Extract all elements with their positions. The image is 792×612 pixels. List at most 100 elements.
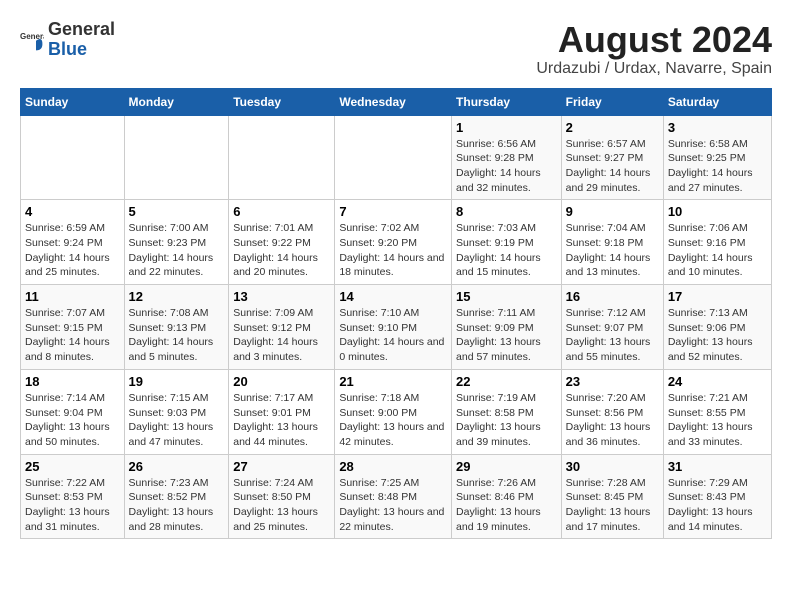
day-info: Sunrise: 7:13 AMSunset: 9:06 PMDaylight:…: [668, 306, 767, 365]
day-info: Sunrise: 7:15 AMSunset: 9:03 PMDaylight:…: [129, 391, 225, 450]
day-number: 21: [339, 374, 447, 389]
column-header-wednesday: Wednesday: [335, 88, 452, 115]
day-info: Sunrise: 7:01 AMSunset: 9:22 PMDaylight:…: [233, 221, 330, 280]
day-number: 13: [233, 289, 330, 304]
calendar-week-row: 18Sunrise: 7:14 AMSunset: 9:04 PMDayligh…: [21, 369, 772, 454]
calendar-cell: 26Sunrise: 7:23 AMSunset: 8:52 PMDayligh…: [124, 454, 229, 539]
day-number: 11: [25, 289, 120, 304]
logo: General General Blue: [20, 20, 115, 60]
day-info: Sunrise: 7:12 AMSunset: 9:07 PMDaylight:…: [566, 306, 659, 365]
day-info: Sunrise: 7:21 AMSunset: 8:55 PMDaylight:…: [668, 391, 767, 450]
day-number: 12: [129, 289, 225, 304]
calendar-week-row: 25Sunrise: 7:22 AMSunset: 8:53 PMDayligh…: [21, 454, 772, 539]
calendar-cell: 1Sunrise: 6:56 AMSunset: 9:28 PMDaylight…: [452, 115, 562, 200]
day-number: 2: [566, 120, 659, 135]
calendar-cell: 5Sunrise: 7:00 AMSunset: 9:23 PMDaylight…: [124, 200, 229, 285]
day-number: 8: [456, 204, 557, 219]
day-info: Sunrise: 7:29 AMSunset: 8:43 PMDaylight:…: [668, 476, 767, 535]
calendar-week-row: 1Sunrise: 6:56 AMSunset: 9:28 PMDaylight…: [21, 115, 772, 200]
calendar-cell: 8 Sunrise: 7:03 AMSunset: 9:19 PMDaylight…: [452, 200, 562, 285]
day-number: 16: [566, 289, 659, 304]
calendar-cell: 11Sunrise: 7:07 AMSunset: 9:15 PMDayligh…: [21, 285, 125, 370]
day-number: 31: [668, 459, 767, 474]
calendar-cell: [229, 115, 335, 200]
calendar-cell: 31 Sunrise: 7:29 AMSunset: 8:43 PMDayligh…: [663, 454, 771, 539]
calendar-cell: 17 Sunrise: 7:13 AMSunset: 9:06 PMDayligh…: [663, 285, 771, 370]
calendar-cell: 16 Sunrise: 7:12 AMSunset: 9:07 PMDayligh…: [561, 285, 663, 370]
column-header-monday: Monday: [124, 88, 229, 115]
calendar-cell: 23Sunrise: 7:20 AMSunset: 8:56 PMDayligh…: [561, 369, 663, 454]
day-number: 19: [129, 374, 225, 389]
day-number: 28: [339, 459, 447, 474]
calendar-cell: 13 Sunrise: 7:09 AMSunset: 9:12 PMDayligh…: [229, 285, 335, 370]
calendar-week-row: 4 Sunrise: 6:59 AMSunset: 9:24 PMDaylight…: [21, 200, 772, 285]
day-info: Sunrise: 7:17 AMSunset: 9:01 PMDaylight:…: [233, 391, 330, 450]
day-number: 22: [456, 374, 557, 389]
day-info: Sunrise: 6:57 AMSunset: 9:27 PMDaylight:…: [566, 137, 659, 196]
day-info: Sunrise: 6:56 AMSunset: 9:28 PMDaylight:…: [456, 137, 557, 196]
logo-blue-text: Blue: [48, 40, 115, 60]
column-header-sunday: Sunday: [21, 88, 125, 115]
calendar-cell: 7 Sunrise: 7:02 AMSunset: 9:20 PMDaylight…: [335, 200, 452, 285]
page-title: August 2024: [536, 20, 772, 60]
day-info: Sunrise: 7:19 AMSunset: 8:58 PMDaylight:…: [456, 391, 557, 450]
day-number: 6: [233, 204, 330, 219]
calendar-week-row: 11Sunrise: 7:07 AMSunset: 9:15 PMDayligh…: [21, 285, 772, 370]
day-number: 7: [339, 204, 447, 219]
day-number: 3: [668, 120, 767, 135]
day-info: Sunrise: 7:25 AMSunset: 8:48 PMDaylight:…: [339, 476, 447, 535]
day-info: Sunrise: 7:02 AMSunset: 9:20 PMDaylight:…: [339, 221, 447, 280]
logo-icon: General: [20, 28, 44, 52]
calendar-cell: 9 Sunrise: 7:04 AMSunset: 9:18 PMDaylight…: [561, 200, 663, 285]
day-info: Sunrise: 7:26 AMSunset: 8:46 PMDaylight:…: [456, 476, 557, 535]
day-info: Sunrise: 7:11 AMSunset: 9:09 PMDaylight:…: [456, 306, 557, 365]
calendar-cell: 10 Sunrise: 7:06 AMSunset: 9:16 PMDayligh…: [663, 200, 771, 285]
calendar-cell: 22 Sunrise: 7:19 AMSunset: 8:58 PMDayligh…: [452, 369, 562, 454]
column-header-friday: Friday: [561, 88, 663, 115]
page-subtitle: Urdazubi / Urdax, Navarre, Spain: [536, 60, 772, 78]
column-header-saturday: Saturday: [663, 88, 771, 115]
day-info: Sunrise: 7:10 AMSunset: 9:10 PMDaylight:…: [339, 306, 447, 365]
calendar-cell: [335, 115, 452, 200]
day-number: 27: [233, 459, 330, 474]
calendar-cell: 20 Sunrise: 7:17 AMSunset: 9:01 PMDayligh…: [229, 369, 335, 454]
calendar-cell: 29 Sunrise: 7:26 AMSunset: 8:46 PMDayligh…: [452, 454, 562, 539]
day-number: 9: [566, 204, 659, 219]
day-info: Sunrise: 7:09 AMSunset: 9:12 PMDaylight:…: [233, 306, 330, 365]
calendar-cell: [21, 115, 125, 200]
calendar-header-row: SundayMondayTuesdayWednesdayThursdayFrid…: [21, 88, 772, 115]
day-number: 29: [456, 459, 557, 474]
day-number: 30: [566, 459, 659, 474]
day-info: Sunrise: 6:58 AMSunset: 9:25 PMDaylight:…: [668, 137, 767, 196]
day-info: Sunrise: 7:18 AMSunset: 9:00 PMDaylight:…: [339, 391, 447, 450]
calendar-cell: 14Sunrise: 7:10 AMSunset: 9:10 PMDayligh…: [335, 285, 452, 370]
day-number: 18: [25, 374, 120, 389]
calendar-cell: 6 Sunrise: 7:01 AMSunset: 9:22 PMDaylight…: [229, 200, 335, 285]
day-number: 4: [25, 204, 120, 219]
calendar-cell: 30 Sunrise: 7:28 AMSunset: 8:45 PMDayligh…: [561, 454, 663, 539]
day-info: Sunrise: 7:04 AMSunset: 9:18 PMDaylight:…: [566, 221, 659, 280]
header: General General Blue August 2024 Urdazub…: [20, 20, 772, 78]
day-info: Sunrise: 7:28 AMSunset: 8:45 PMDaylight:…: [566, 476, 659, 535]
day-number: 24: [668, 374, 767, 389]
calendar-cell: 25Sunrise: 7:22 AMSunset: 8:53 PMDayligh…: [21, 454, 125, 539]
calendar-cell: 2 Sunrise: 6:57 AMSunset: 9:27 PMDaylight…: [561, 115, 663, 200]
calendar-cell: 28 Sunrise: 7:25 AMSunset: 8:48 PMDayligh…: [335, 454, 452, 539]
day-number: 17: [668, 289, 767, 304]
day-number: 10: [668, 204, 767, 219]
calendar-cell: 24 Sunrise: 7:21 AMSunset: 8:55 PMDayligh…: [663, 369, 771, 454]
calendar-cell: 19 Sunrise: 7:15 AMSunset: 9:03 PMDayligh…: [124, 369, 229, 454]
column-header-tuesday: Tuesday: [229, 88, 335, 115]
calendar-cell: [124, 115, 229, 200]
calendar-cell: 15 Sunrise: 7:11 AMSunset: 9:09 PMDayligh…: [452, 285, 562, 370]
day-info: Sunrise: 7:08 AMSunset: 9:13 PMDaylight:…: [129, 306, 225, 365]
day-number: 15: [456, 289, 557, 304]
day-info: Sunrise: 7:06 AMSunset: 9:16 PMDaylight:…: [668, 221, 767, 280]
day-info: Sunrise: 7:03 AMSunset: 9:19 PMDaylight:…: [456, 221, 557, 280]
logo-general-text: General: [48, 20, 115, 40]
day-info: Sunrise: 6:59 AMSunset: 9:24 PMDaylight:…: [25, 221, 120, 280]
day-number: 23: [566, 374, 659, 389]
day-number: 25: [25, 459, 120, 474]
day-number: 20: [233, 374, 330, 389]
day-number: 5: [129, 204, 225, 219]
